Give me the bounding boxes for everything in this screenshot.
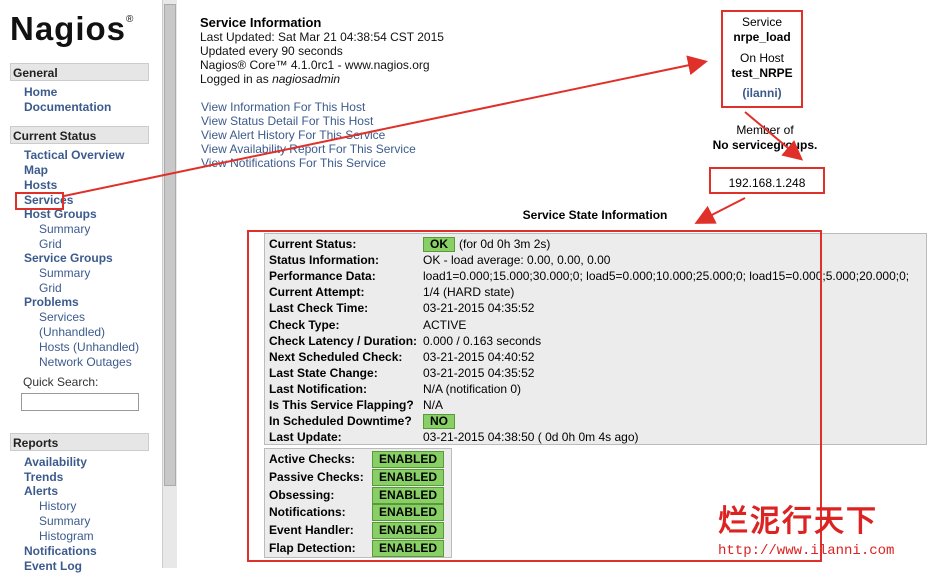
arrow-to-service-box <box>63 55 708 197</box>
arrow-to-ip <box>744 111 804 161</box>
watermark-url: http://www.ilanni.com <box>718 543 895 559</box>
annotation-arrows <box>63 55 804 224</box>
watermark-text: 烂泥行天下 <box>718 504 878 539</box>
arrow-to-state <box>694 197 746 224</box>
